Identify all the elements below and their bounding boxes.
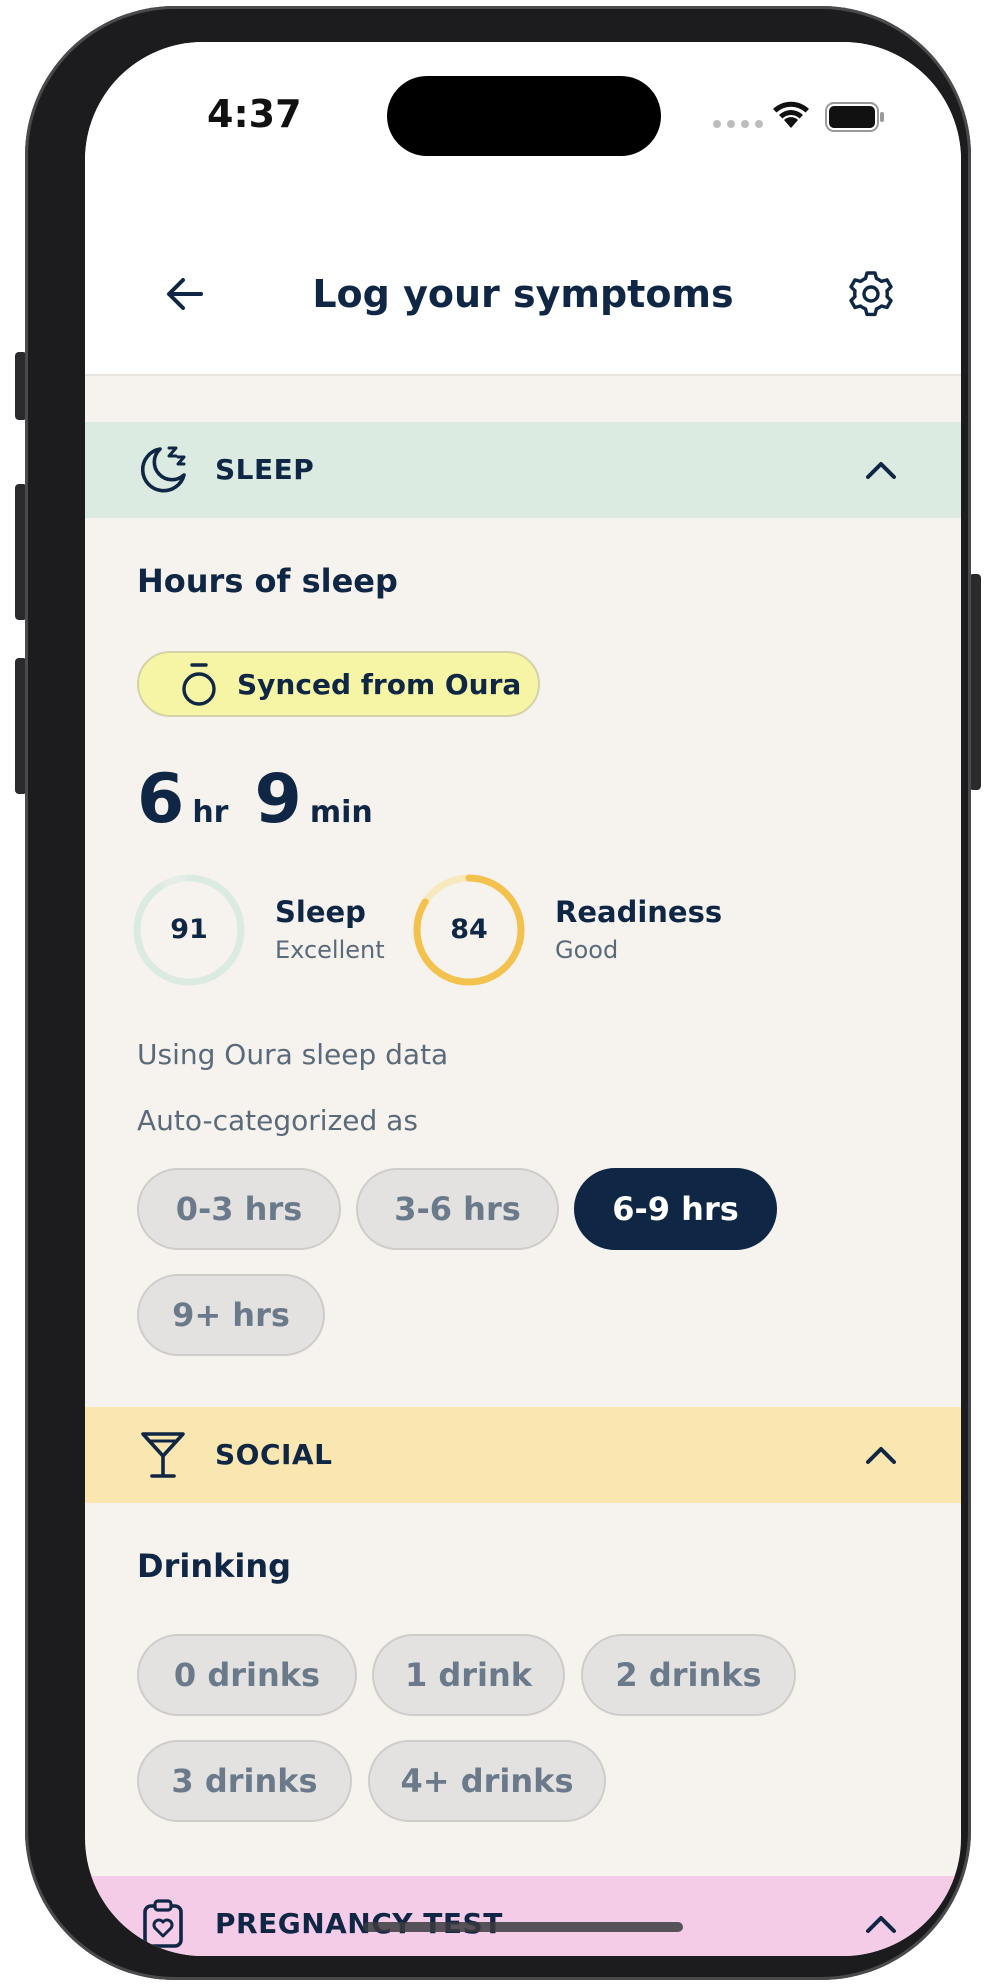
drinking-heading: Drinking [137,1547,292,1585]
wifi-icon [771,98,811,134]
chevron-up-icon[interactable] [863,452,899,488]
readiness-score-rating: Good [555,936,619,964]
social-section-label: SOCIAL [215,1438,333,1471]
sleep-score-value: 91 [170,914,208,945]
gear-icon [849,271,893,317]
drinks-option-2[interactable]: 2 drinks [581,1634,796,1716]
social-section-header[interactable]: SOCIAL [85,1407,961,1503]
readiness-score-value: 84 [450,914,488,945]
screen: 4:37 Log your symptoms SLEEP Hours of sl… [85,42,961,1956]
drinks-option-1[interactable]: 1 drink [372,1634,565,1716]
sleep-section-header[interactable]: SLEEP [85,422,961,518]
sleep-score-rating: Excellent [275,936,385,964]
chevron-up-icon[interactable] [863,1906,899,1942]
auto-category-note: Auto-categorized as [137,1104,418,1137]
moon-icon [135,442,191,498]
readiness-score-label: Readiness [555,895,723,929]
readiness-score: 84 Readiness Good [411,872,722,988]
sleep-option-9-plus[interactable]: 9+ hrs [137,1274,325,1356]
duration-minutes: 9 [254,760,302,839]
cocktail-glass-icon [135,1427,191,1483]
settings-button[interactable] [841,264,901,324]
readiness-score-gauge: 84 [411,872,527,988]
top-bar: 4:37 Log your symptoms [85,42,961,376]
battery-icon [825,102,885,136]
pregnancy-section-header[interactable]: PREGNANCY TEST [85,1876,961,1956]
chevron-up-icon[interactable] [863,1437,899,1473]
oura-ring-icon [179,661,219,707]
dynamic-island [387,76,661,156]
sleep-score-gauge: 91 [131,872,247,988]
sleep-option-3-6[interactable]: 3-6 hrs [356,1168,559,1250]
drinks-option-4-plus[interactable]: 4+ drinks [368,1740,606,1822]
sleep-option-0-3[interactable]: 0-3 hrs [137,1168,341,1250]
sleep-section-label: SLEEP [215,453,315,486]
data-source-note: Using Oura sleep data [137,1038,449,1071]
duration-hours-unit: hr [192,795,229,830]
sleep-score: 91 Sleep Excellent [131,872,385,988]
drinks-option-0[interactable]: 0 drinks [137,1634,357,1716]
synced-label: Synced from Oura [237,667,522,701]
sleep-score-label: Sleep [275,895,366,929]
home-indicator[interactable] [363,1922,683,1932]
clipboard-heart-icon [135,1896,191,1952]
cellular-signal-icon [713,120,763,128]
synced-from-oura-badge: Synced from Oura [137,651,540,717]
duration-hours: 6 [137,760,185,839]
sleep-option-6-9[interactable]: 6-9 hrs [574,1168,777,1250]
duration-minutes-unit: min [309,795,373,830]
phone-frame: 4:37 Log your symptoms SLEEP Hours of sl… [25,6,971,1980]
pregnancy-section-label: PREGNANCY TEST [215,1907,503,1940]
page-title: Log your symptoms [312,272,734,316]
hours-of-sleep-heading: Hours of sleep [137,562,398,600]
drinks-option-3[interactable]: 3 drinks [137,1740,352,1822]
sleep-duration: 6 hr 9 min [137,760,399,839]
status-time: 4:37 [207,92,302,136]
